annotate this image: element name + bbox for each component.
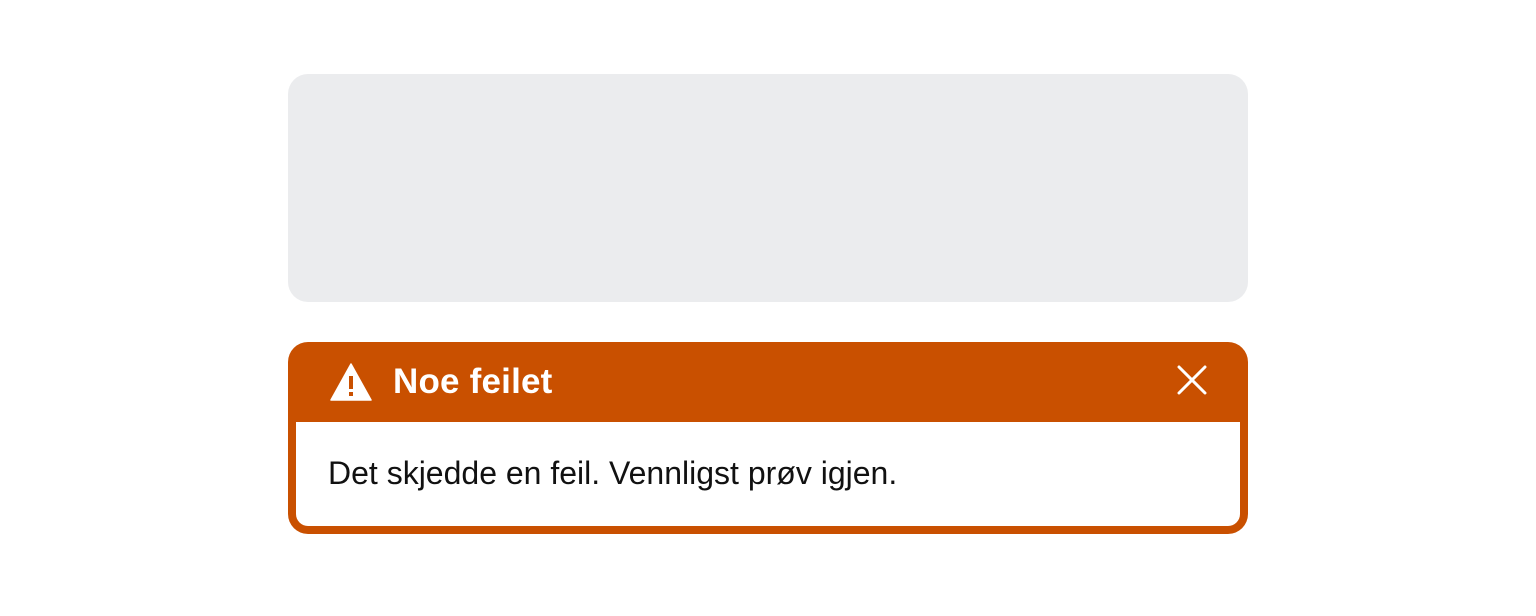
alert-body: Det skjedde en feil. Vennligst prøv igje… — [296, 422, 1240, 526]
close-button[interactable] — [1170, 360, 1214, 404]
close-icon — [1177, 365, 1207, 400]
alert-title: Noe feilet — [393, 362, 553, 401]
warning-triangle-icon — [330, 363, 372, 401]
alert-message: Det skjedde en feil. Vennligst prøv igje… — [328, 454, 898, 491]
error-alert: Noe feilet Det skjedde en feil. Vennligs… — [288, 342, 1248, 534]
placeholder-card — [288, 74, 1248, 302]
alert-header: Noe feilet — [296, 342, 1240, 422]
